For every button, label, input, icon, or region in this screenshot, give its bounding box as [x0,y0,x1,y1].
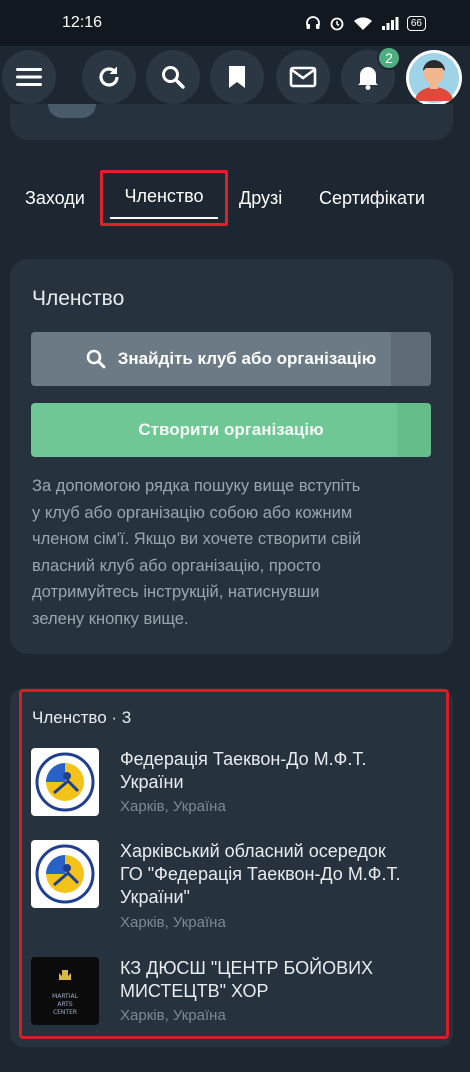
profile-card-avatar [48,104,96,118]
refresh-icon [99,67,119,87]
tab-membership[interactable]: Членство [100,170,228,226]
find-club-button[interactable]: Знайдіть клуб або організацію [31,332,431,386]
user-avatar-icon [409,53,459,103]
tab-membership-label: Членство [110,178,218,219]
find-club-button-shade [391,332,431,386]
create-organization-button[interactable]: Створити організацію [31,403,431,457]
profile-card-edge [10,104,453,140]
status-icons: 66 [305,15,426,31]
tab-certificates-label: Сертифікати [319,187,425,208]
membership-help-text: За допомогою рядка пошуку вище вступіть … [32,473,432,632]
alarm-icon [330,17,344,31]
tab-friends-label: Друзі [239,187,283,208]
messages-button[interactable] [276,50,330,104]
create-organization-button-shade [397,403,431,457]
refresh-button[interactable] [82,50,136,104]
tab-friends[interactable]: Друзі [239,170,282,226]
search-button[interactable] [146,50,200,104]
help-line: у клуб або організацію собою або кожним [32,503,353,522]
tab-events-label: Заходи [25,187,85,208]
hamburger-icon [16,68,42,86]
help-line: власний клуб або організацію, просто [32,556,321,575]
help-line: зелену кнопку вище. [32,609,189,628]
notification-badge: 2 [377,46,401,70]
search-icon [86,349,106,369]
battery-indicator: 66 [406,15,426,31]
search-icon [162,66,185,89]
membership-card-title: Членство [32,287,125,310]
wifi-icon [353,17,372,30]
notifications-button[interactable]: 2 [341,46,401,104]
help-line: дотримуйтесь інструкцій, натиснувши [32,583,320,601]
help-line: За допомогою рядка пошуку вище вступіть [32,477,361,495]
profile-tabs: Заходи Членство Друзі Сертифікати [0,170,470,226]
create-organization-button-label: Створити організацію [138,420,324,439]
bookmark-icon [229,66,245,88]
membership-card: Членство Знайдіть клуб або організацію С… [10,259,453,654]
find-club-button-label: Знайдіть клуб або організацію [117,349,377,368]
signal-icon [381,17,399,30]
help-line: членом сім'ї. Якщо ви хочете створити св… [32,530,362,548]
status-time: 12:16 [62,14,103,31]
bell-icon [358,67,378,90]
profile-avatar[interactable] [406,50,462,106]
envelope-icon [289,66,317,88]
status-bar: 12:16 66 [0,0,470,46]
bookmarks-button[interactable] [210,50,264,104]
headphones-icon [305,16,320,29]
tab-events[interactable]: Заходи [25,170,85,226]
menu-button[interactable] [2,50,56,104]
highlight-outline [19,689,449,1039]
tab-certificates[interactable]: Сертифікати [319,170,425,226]
